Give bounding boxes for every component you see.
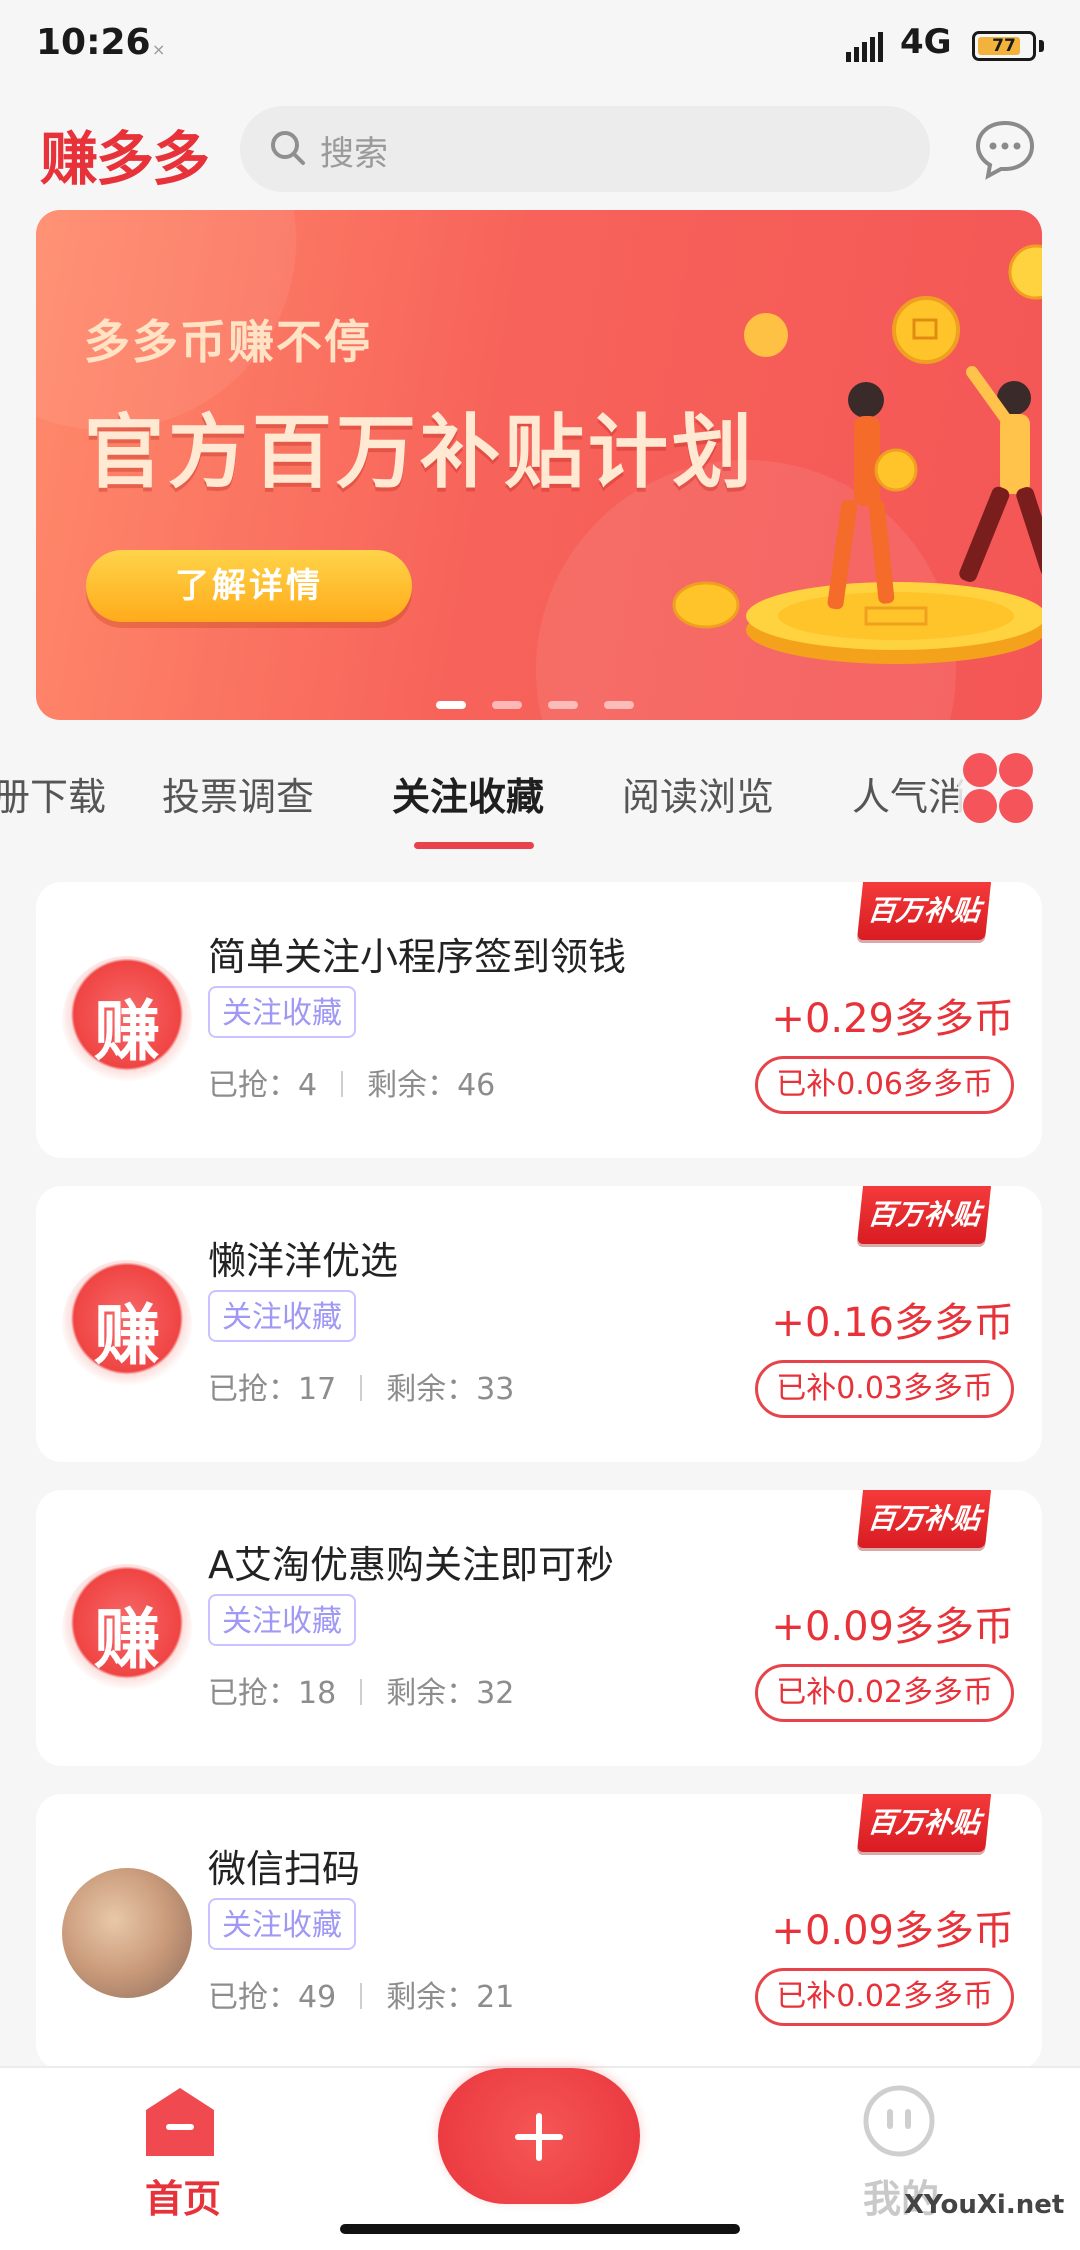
task-avatar: 赚 [62,956,192,1086]
task-stats: 已抢：4 剩余：46 [208,1060,495,1104]
nav-home-label: 首页 [144,2177,221,2221]
task-card[interactable]: 百万补贴 赚 A艾淘优惠购关注即可秒 关注收藏 已抢：18 剩余：32 +0.09… [36,1490,1042,1766]
subsidy-badge: 百万补贴 [856,882,992,940]
banner-dot[interactable] [436,701,466,709]
task-title: 懒洋洋优选 [208,1239,399,1283]
search-placeholder: 搜索 [320,134,388,174]
banner-dot[interactable] [604,701,634,709]
search-input[interactable]: 搜索 [240,106,930,192]
tab-popularity[interactable]: 人气消 [852,766,966,821]
battery-icon: 77 [972,31,1036,61]
plus-icon [515,2113,563,2161]
task-tag: 关注收藏 [208,1594,356,1646]
subsidy-pill: 已补0.06多多币 [755,1056,1014,1114]
task-card[interactable]: 百万补贴 赚 懒洋洋优选 关注收藏 已抢：17 剩余：33 +0.16多多币 已补… [36,1186,1042,1462]
banner-dot[interactable] [548,701,578,709]
avatar-char: 赚 [94,1600,160,1678]
task-tag: 关注收藏 [208,1898,356,1950]
remaining-count: 剩余：46 [367,1068,496,1103]
remaining-count: 剩余：21 [386,1980,515,2015]
task-stats: 已抢：18 剩余：32 [208,1668,514,1712]
status-bar: 10:26 × 4G 77 [0,0,1080,96]
task-stats: 已抢：17 剩余：33 [208,1364,514,1408]
battery-level: 77 [992,36,1016,56]
task-reward: +0.09多多币 [771,1908,1014,1954]
home-indicator[interactable] [340,2224,740,2234]
promo-banner[interactable]: 多多币赚不停 官方百万补贴计划 了解详情 [36,210,1042,720]
task-tag: 关注收藏 [208,986,356,1038]
site-watermark: XYouXi.net [904,2190,1065,2220]
subsidy-pill: 已补0.02多多币 [755,1664,1014,1722]
banner-subtitle: 多多币赚不停 [84,315,372,369]
banner-dot[interactable] [492,701,522,709]
task-reward: +0.29多多币 [771,996,1014,1042]
task-stats: 已抢：49 剩余：21 [208,1972,514,2016]
avatar-char: 赚 [94,992,160,1070]
subsidy-pill: 已补0.03多多币 [755,1360,1014,1418]
subsidy-badge: 百万补贴 [856,1794,992,1852]
signal-icon [846,32,883,62]
grabbed-count: 已抢：17 [208,1372,337,1407]
category-tabs: 册下载 投票调查 关注收藏 阅读浏览 人气消 [0,756,1080,856]
message-icon[interactable] [974,118,1036,180]
remaining-count: 剩余：33 [386,1372,515,1407]
task-avatar-photo [62,1868,192,1998]
remaining-count: 剩余：32 [386,1676,515,1711]
avatar-char: 赚 [94,1296,160,1374]
task-reward: +0.16多多币 [771,1300,1014,1346]
active-tab-indicator [414,842,534,849]
search-icon [271,131,305,165]
subsidy-badge: 百万补贴 [856,1186,992,1244]
home-icon [146,2088,214,2156]
tab-vote-survey[interactable]: 投票调查 [162,766,314,821]
task-reward: +0.09多多币 [771,1604,1014,1650]
task-avatar: 赚 [62,1260,192,1390]
grabbed-count: 已抢：4 [208,1068,318,1103]
subsidy-badge: 百万补贴 [856,1490,992,1548]
task-title: 微信扫码 [208,1847,361,1891]
category-menu-icon[interactable] [958,748,1038,828]
network-label: 4G [900,22,952,62]
task-title: A艾淘优惠购关注即可秒 [208,1543,614,1587]
subsidy-pill: 已补0.02多多币 [755,1968,1014,2026]
add-task-button[interactable] [438,2068,640,2204]
notification-dot-icon: × [152,40,166,59]
task-card[interactable]: 百万补贴 微信扫码 关注收藏 已抢：49 剩余：21 +0.09多多币 已补0.0… [36,1794,1042,2070]
banner-pagination [436,694,660,713]
task-tag: 关注收藏 [208,1290,356,1342]
grabbed-count: 已抢：18 [208,1676,337,1711]
tab-read-browse[interactable]: 阅读浏览 [622,766,774,821]
task-card[interactable]: 百万补贴 赚 简单关注小程序签到领钱 关注收藏 已抢：4 剩余：46 +0.29多… [36,882,1042,1158]
coin-illustration [672,244,1042,664]
status-time: 10:26 [36,22,151,63]
task-avatar: 赚 [62,1564,192,1694]
nav-home[interactable]: 首页 [138,2078,222,2228]
grabbed-count: 已抢：49 [208,1980,337,2015]
bottom-nav: 首页 我的 [0,2066,1080,2250]
tab-register-download[interactable]: 册下载 [0,766,106,821]
task-title: 简单关注小程序签到领钱 [208,935,627,979]
app-logo: 赚多多 [40,125,210,193]
profile-icon [863,2085,935,2157]
tab-follow-collect[interactable]: 关注收藏 [392,766,544,821]
learn-more-button[interactable]: 了解详情 [86,550,412,622]
